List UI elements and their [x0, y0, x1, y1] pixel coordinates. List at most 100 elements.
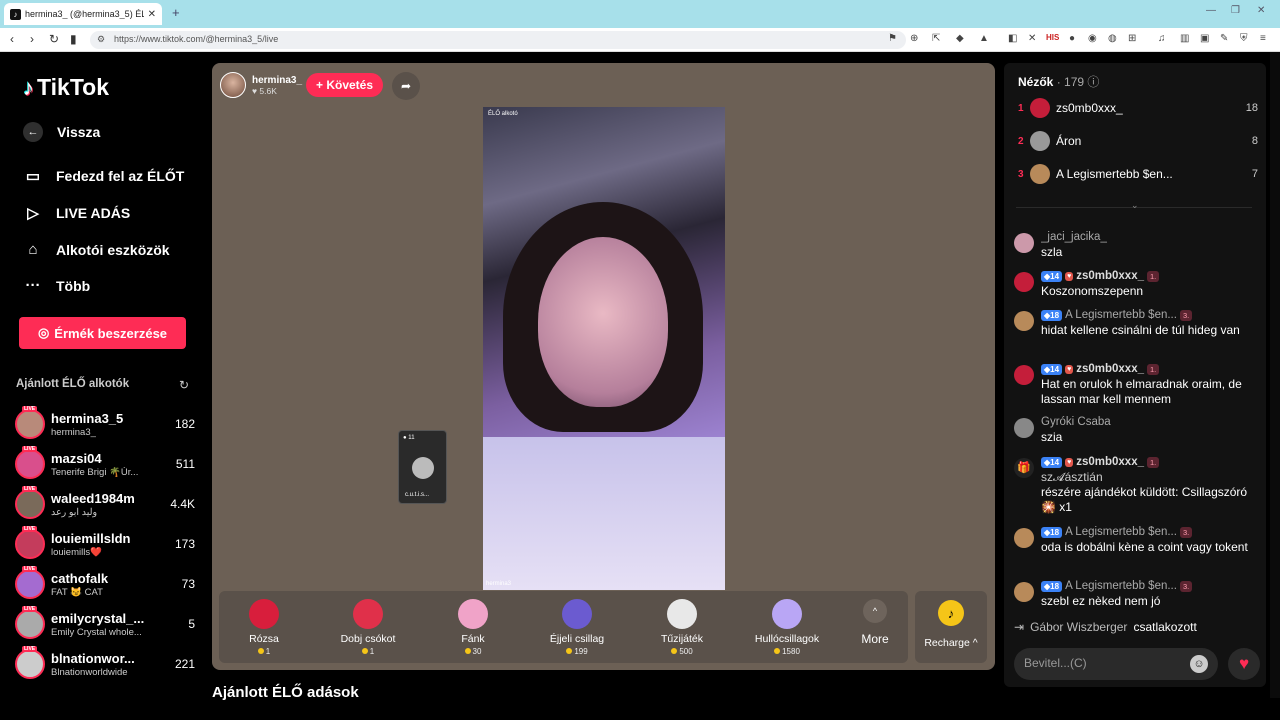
creator-viewers: 221 — [174, 657, 195, 671]
url-field[interactable]: ⚙ https://www.tiktok.com/@hermina3_5/liv… — [90, 31, 906, 49]
back-icon[interactable]: ‹ — [10, 32, 14, 46]
vpn-icon[interactable]: ⛨ — [1240, 33, 1248, 44]
tiktok-logo[interactable]: ♪ TikTok — [23, 74, 109, 101]
share-icon[interactable]: ➦ — [392, 72, 420, 100]
nav-more[interactable]: ··· Több — [23, 277, 91, 294]
avatar — [1014, 582, 1034, 602]
chat-message: Gyróki Csaba szia — [1014, 416, 1260, 445]
rewards-icon[interactable]: ▲ — [979, 33, 989, 44]
coin-icon — [361, 648, 368, 654]
sidebar-toggle-icon[interactable]: ▥ — [1180, 33, 1189, 44]
forward-icon[interactable]: › — [30, 32, 34, 46]
host-info[interactable]: hermina3_ ♥ 5.6K — [220, 71, 302, 99]
top-viewer[interactable]: 3 A Legismertebb $en... 7 — [1018, 164, 1258, 184]
nav-label: Több — [56, 277, 91, 294]
back-link[interactable]: ← Vissza — [23, 122, 100, 142]
creator-item[interactable]: LIVE hermina3_5 hermina3_ 182 — [15, 406, 195, 442]
refresh-icon[interactable]: ↻ — [179, 378, 189, 392]
gift-item-fireworks[interactable]: Tűzijáték 500 — [637, 599, 727, 656]
live-video[interactable]: ÉLŐ alkotó hermina3 — [483, 107, 725, 590]
kiss-icon — [353, 599, 383, 629]
gift-item-kiss[interactable]: Dobj csókot 1 — [323, 599, 413, 656]
creator-item[interactable]: LIVE mazsi04 Tenerife Brigi 🌴Úr... 511 — [15, 446, 195, 482]
chat-message: ◆14 ♥ zs0mb0xxx_ 1. Koszonomszepenn — [1014, 270, 1260, 299]
suggested-creators-title: Ajánlott ÉLŐ alkotók — [16, 378, 130, 390]
rank-badge: 1. — [1147, 456, 1160, 468]
extension-2-icon[interactable]: ✕ — [1028, 33, 1036, 44]
gift-item-night-star[interactable]: Éjjeli csillag 199 — [532, 599, 622, 656]
creator-item[interactable]: LIVE blnationwor... Blnationworldwide 221 — [15, 646, 195, 682]
close-tab-icon[interactable]: ✕ — [148, 9, 156, 20]
avatar — [1030, 164, 1050, 184]
bookmark-icon[interactable]: ▮ — [70, 32, 77, 46]
extension-his-icon[interactable]: HIS — [1046, 33, 1059, 42]
creator-item[interactable]: LIVE cathofalk FAT 😼 CAT 73 — [15, 566, 195, 602]
nav-go-live[interactable]: ▷ LIVE ADÁS — [23, 204, 130, 222]
recharge-button[interactable]: ♪ Recharge ^ — [915, 591, 987, 663]
url-text: https://www.tiktok.com/@hermina3_5/live — [114, 34, 279, 44]
creator-item[interactable]: LIVE waleed1984m وليد ابو رعد 4.4K — [15, 486, 195, 522]
viewer-score: 8 — [1251, 135, 1258, 147]
left-sidebar: ♪ TikTok ← Vissza ▭ Fedezd fel az ÉLŐT ▷… — [3, 52, 203, 698]
gift-price: 199 — [532, 647, 622, 656]
top-viewer[interactable]: 2 Áron 8 — [1018, 131, 1258, 151]
get-coins-button[interactable]: ◎ Érmék beszerzése — [19, 317, 186, 349]
creator-item[interactable]: LIVE louiemillsldn louiemills❤️ 173 — [15, 526, 195, 562]
creator-viewers: 182 — [174, 417, 195, 431]
gift-item-donut[interactable]: Fánk 30 — [428, 599, 518, 656]
close-window-icon[interactable]: ✕ — [1257, 5, 1265, 16]
host-avatar[interactable] — [220, 72, 246, 98]
extension-6-icon[interactable]: ⊞ — [1128, 33, 1136, 44]
site-info-icon[interactable]: ⚙ — [97, 34, 105, 45]
message-meta: ◆18 A Legismertebb $en... 3. — [1041, 526, 1260, 538]
emoji-icon[interactable]: ☺ — [1190, 655, 1208, 673]
gift-item-rose[interactable]: Rózsa 1 — [219, 599, 309, 656]
more-gifts-button[interactable]: ^ More — [855, 599, 895, 646]
chat-input[interactable]: Bevitel...(C) — [1014, 648, 1218, 680]
viewer-name: A Legismertebb $en... — [1056, 167, 1173, 181]
like-heart-icon[interactable]: ♥ — [1228, 648, 1260, 680]
message-user: A Legismertebb $en... — [1065, 526, 1177, 538]
message-meta: ◆18 A Legismertebb $en... 3. — [1041, 580, 1260, 592]
gift-item-shooting-stars[interactable]: Hullócsillagok 1580 — [742, 599, 832, 656]
translate-icon[interactable]: ⚑ — [888, 33, 897, 44]
reload-icon[interactable]: ↻ — [49, 32, 59, 46]
extension-3-icon[interactable]: ● — [1069, 33, 1075, 44]
extension-4-icon[interactable]: ◉ — [1088, 33, 1097, 44]
extension-5-icon[interactable]: ◍ — [1108, 33, 1117, 44]
menu-icon[interactable]: ≡ — [1260, 33, 1266, 44]
creator-name: cathofalk — [51, 570, 109, 586]
minimize-icon[interactable]: — — [1206, 5, 1216, 16]
zoom-icon[interactable]: ⊕ — [910, 33, 918, 44]
rank-badge: 1. — [1147, 363, 1160, 375]
extension-1-icon[interactable]: ◧ — [1008, 33, 1017, 44]
chevron-down-icon[interactable]: ⌄ — [1131, 200, 1139, 211]
creator-item[interactable]: LIVE emilycrystal_... Emily Crystal whole… — [15, 606, 195, 642]
top-viewer[interactable]: 1 zs0mb0xxx_ 18 — [1018, 98, 1258, 118]
new-tab-button[interactable]: + — [172, 5, 180, 20]
info-icon[interactable]: ⓘ — [1087, 75, 1099, 89]
gift-name: Rózsa — [249, 633, 279, 645]
page-scrollbar[interactable] — [1270, 52, 1280, 698]
heart-badge-icon: ♥ — [1065, 271, 1074, 281]
avatar — [1014, 528, 1034, 548]
tab-title: hermina3_ (@hermina3_5) ÉL — [25, 9, 144, 19]
chat-message: ◆18 A Legismertebb $en... 3. oda is dobáln… — [1014, 526, 1260, 555]
gift-name: Éjjeli csillag — [549, 633, 605, 645]
share-page-icon[interactable]: ⇱ — [932, 33, 940, 44]
message-user: zs0mb0xxx_ — [1076, 270, 1144, 282]
leo-icon[interactable]: ✎ — [1220, 33, 1228, 44]
brave-shield-icon[interactable]: ◆ — [956, 33, 964, 44]
follow-button[interactable]: + Követés — [306, 73, 384, 97]
nav-explore-live[interactable]: ▭ Fedezd fel az ÉLŐT — [23, 167, 184, 185]
browser-tab[interactable]: ♪ hermina3_ (@hermina3_5) ÉL ✕ — [4, 3, 162, 25]
viewer-rank: 3 — [1018, 168, 1024, 180]
nav-creator-tools[interactable]: ⌂ Alkotói eszközök — [23, 241, 169, 258]
media-icon[interactable]: ♫ — [1158, 33, 1166, 44]
gift-name: Dobj csókot — [340, 633, 396, 645]
guest-pip[interactable]: ● 11 c.u.t.i.s... — [398, 430, 447, 504]
wallet-icon[interactable]: ▣ — [1200, 33, 1209, 44]
camera-icon: ▷ — [27, 205, 39, 222]
level-badge: ◆18 — [1041, 580, 1063, 592]
maximize-icon[interactable]: ❐ — [1231, 5, 1240, 16]
